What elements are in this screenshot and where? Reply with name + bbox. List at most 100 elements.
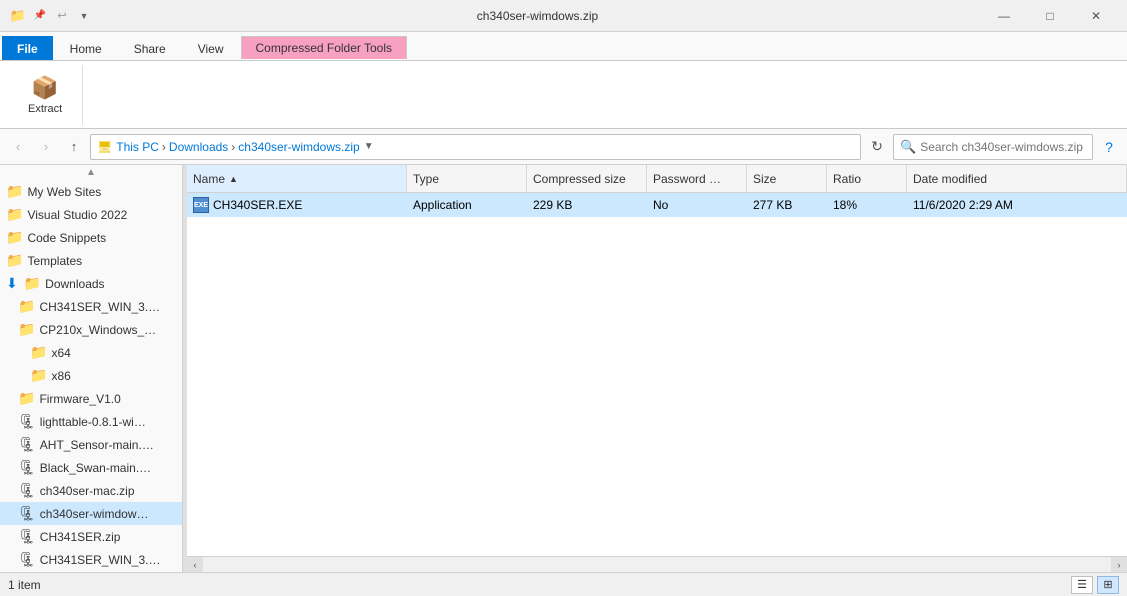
file-password: No <box>653 198 668 212</box>
col-name-label: Name <box>193 172 225 186</box>
col-header-password[interactable]: Password … <box>647 165 747 192</box>
file-cell-ratio: 18% <box>827 193 907 217</box>
col-type-label: Type <box>413 172 439 186</box>
col-header-ratio[interactable]: Ratio <box>827 165 907 192</box>
col-header-size[interactable]: Size <box>747 165 827 192</box>
sidebar-item-cp210x-windows[interactable]: 📁 CP210x_Windows_… <box>0 318 182 341</box>
file-cell-password: No <box>647 193 747 217</box>
sidebar-item-firmware-v1[interactable]: 📁 Firmware_V1.0 <box>0 387 182 410</box>
refresh-button[interactable]: ↻ <box>865 135 889 159</box>
sidebar-item-lighttable[interactable]: 🗜 lighttable-0.8.1-wi… <box>0 410 182 433</box>
minimize-button[interactable]: — <box>981 0 1027 32</box>
extract-button[interactable]: 📦 Extract <box>20 71 70 119</box>
folder-icon: 📁 <box>6 206 23 223</box>
sidebar-item-ch341ser-win-3[interactable]: 📁 CH341SER_WIN_3.… <box>0 295 182 318</box>
file-cell-date: 11/6/2020 2:29 AM <box>907 193 1127 217</box>
zip-icon: 🗜 <box>18 551 36 568</box>
maximize-button[interactable]: □ <box>1027 0 1073 32</box>
col-header-type[interactable]: Type <box>407 165 527 192</box>
main-layout: ▲ 📁 My Web Sites 📁 Visual Studio 2022 📁 … <box>0 165 1127 572</box>
path-this-pc[interactable]: This PC <box>116 140 159 154</box>
zip-icon: 🗜 <box>18 436 36 453</box>
sidebar-item-ch340ser-mac[interactable]: 🗜 ch340ser-mac.zip <box>0 479 182 502</box>
ribbon-group-extract: 📦 Extract <box>8 65 83 125</box>
path-zip[interactable]: ch340ser-wimdows.zip <box>238 140 359 154</box>
sidebar-label: Code Snippets <box>27 231 106 245</box>
sidebar-item-cp210x-zip[interactable]: 🗜 CP210x_Windows_… <box>0 571 182 572</box>
pin-icon: 📌 <box>30 6 50 26</box>
dropdown-arrow-icon[interactable]: ▼ <box>74 6 94 26</box>
quick-access-toolbar: 📁 📌 ↩ ▼ <box>8 6 94 26</box>
sidebar-item-templates[interactable]: 📁 Templates <box>0 249 182 272</box>
h-scroll-left-button[interactable]: ‹ <box>187 557 203 573</box>
item-count: 1 item <box>8 578 41 592</box>
sort-arrow-icon: ▲ <box>229 174 238 184</box>
path-downloads[interactable]: Downloads <box>169 140 228 154</box>
folder-icon: 📁 <box>18 321 35 338</box>
sidebar-item-black-swan[interactable]: 🗜 Black_Swan-main.… <box>0 456 182 479</box>
title-bar: 📁 📌 ↩ ▼ ch340ser-wimdows.zip — □ ✕ <box>0 0 1127 32</box>
sidebar-label: CH341SER_WIN_3.… <box>39 300 160 314</box>
sidebar-scroll-up[interactable]: ▲ <box>0 165 182 180</box>
forward-button[interactable]: › <box>34 135 58 159</box>
tab-file[interactable]: File <box>2 36 53 60</box>
extract-label: Extract <box>28 103 62 115</box>
sidebar-item-x64[interactable]: 📁 x64 <box>0 341 182 364</box>
col-ratio-label: Ratio <box>833 172 861 186</box>
file-cell-name: EXE CH340SER.EXE <box>187 193 407 217</box>
folder-icon: 📁 <box>18 298 35 315</box>
sidebar-item-x86[interactable]: 📁 x86 <box>0 364 182 387</box>
address-path[interactable]: 🖥 This PC › Downloads › ch340ser-wimdows… <box>90 134 861 160</box>
sidebar-item-ch341ser-win-3-zip[interactable]: 🗜 CH341SER_WIN_3.… <box>0 548 182 571</box>
path-sep-1: › <box>162 140 166 154</box>
title-bar-controls: — □ ✕ <box>981 0 1119 32</box>
sidebar-item-ch341ser-zip[interactable]: 🗜 CH341SER.zip <box>0 525 182 548</box>
sidebar-item-my-web-sites[interactable]: 📁 My Web Sites <box>0 180 182 203</box>
tab-view[interactable]: View <box>183 36 239 60</box>
view-details-button[interactable]: ☰ <box>1071 576 1093 594</box>
back-button[interactable]: ‹ <box>6 135 30 159</box>
sidebar-item-visual-studio[interactable]: 📁 Visual Studio 2022 <box>0 203 182 226</box>
folder-icon: 📁 <box>6 183 23 200</box>
exe-icon: EXE <box>193 197 209 213</box>
address-bar: ‹ › ↑ 🖥 This PC › Downloads › ch340ser-w… <box>0 129 1127 165</box>
status-bar-right: ☰ ⊞ <box>1071 576 1119 594</box>
file-cell-size: 277 KB <box>747 193 827 217</box>
path-sep-2: › <box>231 140 235 154</box>
zip-icon: 🗜 <box>18 413 36 430</box>
exe-icon-text: EXE <box>194 202 208 209</box>
tab-share[interactable]: Share <box>119 36 181 60</box>
file-type: Application <box>413 198 472 212</box>
col-header-compressed[interactable]: Compressed size <box>527 165 647 192</box>
tab-home[interactable]: Home <box>55 36 117 60</box>
view-large-icons-button[interactable]: ⊞ <box>1097 576 1119 594</box>
sidebar-item-downloads[interactable]: ⬇ 📁 Downloads <box>0 272 182 295</box>
col-date-label: Date modified <box>913 172 987 186</box>
col-header-date[interactable]: Date modified <box>907 165 1127 192</box>
sidebar-label: Visual Studio 2022 <box>27 208 127 222</box>
file-row-ch340ser[interactable]: EXE CH340SER.EXE Application 229 KB No 2… <box>187 193 1127 217</box>
search-box[interactable]: 🔍 <box>893 134 1093 160</box>
help-button[interactable]: ? <box>1097 135 1121 159</box>
undo-icon[interactable]: ↩ <box>52 6 72 26</box>
path-dropdown-arrow[interactable]: ▼ <box>364 141 374 152</box>
folder-icon: 📁 <box>6 229 23 246</box>
ribbon: File Home Share View Compressed Folder T… <box>0 32 1127 129</box>
file-compressed-size: 229 KB <box>533 198 572 212</box>
sidebar-item-aht-sensor[interactable]: 🗜 AHT_Sensor-main.… <box>0 433 182 456</box>
col-header-name[interactable]: Name ▲ <box>187 165 407 192</box>
search-input[interactable] <box>920 140 1086 154</box>
sidebar-item-ch340ser-wimdows[interactable]: 🗜 ch340ser-wimdow… <box>0 502 182 525</box>
horizontal-scrollbar[interactable]: ‹ › <box>187 556 1127 572</box>
h-scroll-track[interactable] <box>203 557 1111 572</box>
sidebar-item-code-snippets[interactable]: 📁 Code Snippets <box>0 226 182 249</box>
up-button[interactable]: ↑ <box>62 135 86 159</box>
zip-icon: 🗜 <box>18 505 36 522</box>
close-button[interactable]: ✕ <box>1073 0 1119 32</box>
tab-compressed-folder-tools[interactable]: Compressed Folder Tools <box>241 36 408 60</box>
zip-icon: 🗜 <box>18 459 36 476</box>
h-scroll-right-button[interactable]: › <box>1111 557 1127 573</box>
file-date: 11/6/2020 2:29 AM <box>913 198 1013 212</box>
window-title: ch340ser-wimdows.zip <box>94 9 981 23</box>
file-list-header: Name ▲ Type Compressed size Password … S… <box>187 165 1127 193</box>
